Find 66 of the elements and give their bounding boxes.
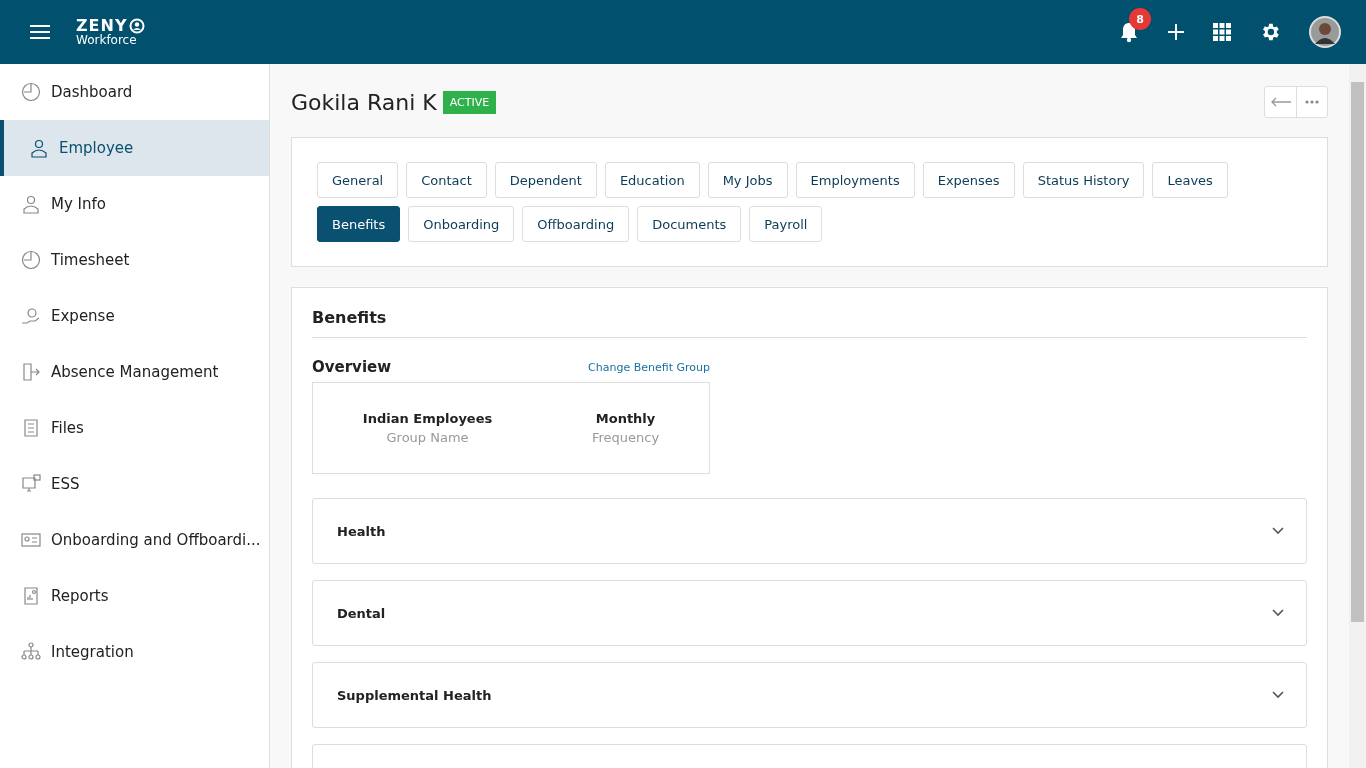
section-title: Benefits [312, 308, 1307, 338]
menu-item-icon [21, 250, 41, 270]
menu-item-icon [21, 642, 41, 662]
tab[interactable]: Employments [795, 162, 915, 198]
bell-icon[interactable] [1119, 21, 1139, 43]
change-benefit-group-link[interactable]: Change Benefit Group [588, 360, 710, 374]
menu-item-icon [21, 586, 41, 606]
sidebar-item[interactable]: ESS [0, 456, 269, 512]
menu-item-icon [21, 474, 41, 494]
tab[interactable]: My Jobs [707, 162, 788, 198]
notification-badge: 8 [1129, 8, 1151, 30]
tab[interactable]: General [317, 162, 399, 198]
accordion-title: Supplemental Health [337, 687, 492, 703]
menu-item-icon [21, 530, 41, 550]
chevron-icon[interactable] [1272, 691, 1284, 699]
overview-label: Group Name [386, 430, 469, 445]
menu-item-icon [21, 418, 41, 438]
tab[interactable]: Offboarding [522, 206, 630, 242]
sidebar-item[interactable]: Reports [0, 568, 269, 624]
logo-icon [128, 18, 145, 34]
tab[interactable]: Documents [637, 206, 742, 242]
menu-item-icon [21, 306, 41, 326]
sidebar-item[interactable]: Dashboard [0, 64, 269, 120]
apps-grid-icon[interactable] [1213, 23, 1231, 41]
sidebar-item[interactable]: Onboarding and Offboardi... [0, 512, 269, 568]
sidebar-item[interactable]: My Info [0, 176, 269, 232]
overview-value: Indian Employees [362, 411, 493, 426]
sidebar-item[interactable]: Timesheet [0, 232, 269, 288]
chevron-icon[interactable] [1272, 609, 1284, 617]
sidebar-item[interactable]: Integration [0, 624, 269, 680]
accordion-title: Dental [337, 605, 386, 621]
employee-name: Gokila Rani K [291, 89, 437, 115]
menu-item-icon [29, 138, 49, 158]
menu-item-icon [21, 194, 41, 214]
sidebar-item[interactable]: Files [0, 400, 269, 456]
overview-title: Overview [312, 358, 392, 376]
tab[interactable]: Contact [406, 162, 487, 198]
tab[interactable]: Benefits [317, 206, 401, 242]
sidebar-item[interactable]: Absence Management [0, 344, 269, 400]
menu-item-icon [21, 362, 41, 382]
status-badge: ACTIVE [442, 90, 497, 114]
logo-text: ZENY [76, 18, 128, 34]
back-arrow-icon [1269, 97, 1292, 107]
chevron-icon[interactable] [1272, 527, 1284, 535]
tab[interactable]: Status History [1022, 162, 1145, 198]
menu-item-icon [21, 82, 41, 102]
logo-subtitle: Workforce [76, 34, 138, 46]
more-icon [1305, 100, 1319, 104]
tab[interactable]: Dependent [494, 162, 597, 198]
overview-label: Frequency [591, 430, 660, 445]
tab[interactable]: Expenses [922, 162, 1015, 198]
accordion-panel[interactable]: Supplemental Health [312, 662, 1307, 728]
tab[interactable]: Education [604, 162, 700, 198]
accordion-title: Health [337, 523, 386, 539]
plus-icon[interactable] [1167, 23, 1185, 41]
accordion-panel[interactable]: Health [312, 498, 1307, 564]
sidebar-item[interactable]: Employee [0, 120, 269, 176]
sidebar-item[interactable]: Expense [0, 288, 269, 344]
tab[interactable]: Onboarding [408, 206, 515, 242]
overview-value: Monthly [595, 411, 656, 426]
menu-icon[interactable] [30, 24, 50, 40]
accordion-panel[interactable]: Dental [312, 580, 1307, 646]
scrollbar[interactable] [1349, 64, 1366, 768]
tab[interactable]: Payroll [749, 206, 823, 242]
tab[interactable]: Leaves [1152, 162, 1228, 198]
avatar[interactable] [1309, 16, 1341, 48]
